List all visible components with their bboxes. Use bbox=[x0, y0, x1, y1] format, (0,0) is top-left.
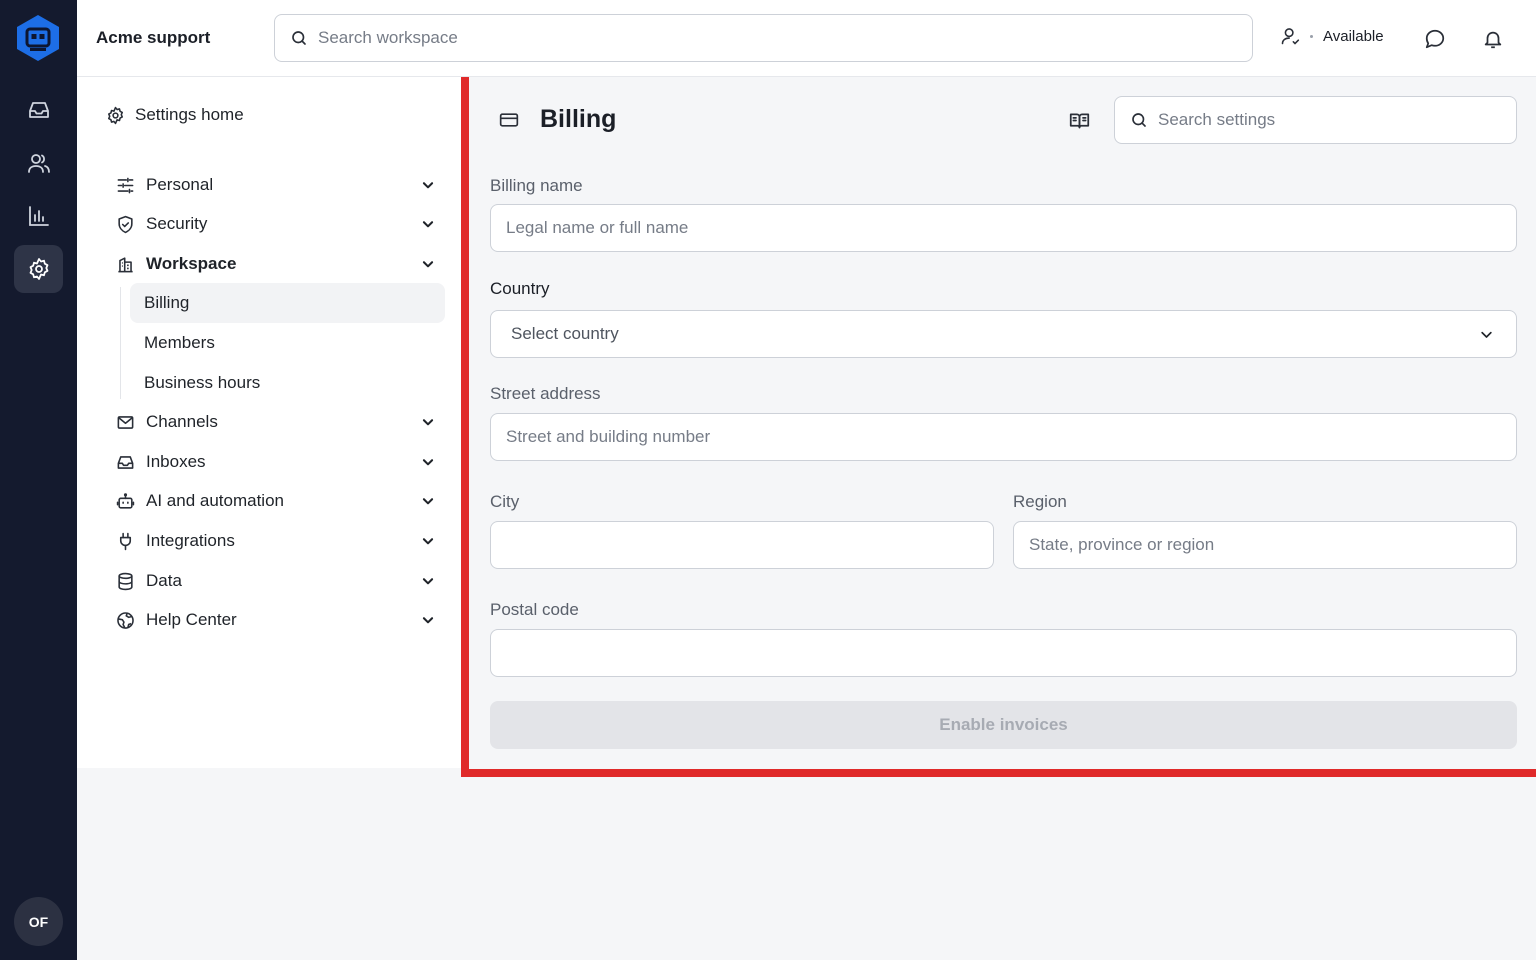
sidebar-item-label: Workspace bbox=[146, 254, 237, 273]
workspace-search-input[interactable] bbox=[318, 28, 1218, 48]
sidebar-subitem-label: Business hours bbox=[144, 373, 261, 392]
mail-icon bbox=[115, 412, 135, 432]
credit-card-icon bbox=[499, 111, 519, 129]
chevron-down-icon bbox=[421, 574, 435, 588]
notifications-button[interactable] bbox=[1478, 24, 1508, 54]
region-label: Region bbox=[1013, 492, 1067, 511]
chevron-down-icon bbox=[421, 415, 435, 429]
users-icon bbox=[27, 151, 51, 175]
book-open-icon[interactable] bbox=[1069, 110, 1090, 131]
sidebar-item-integrations[interactable]: Integrations bbox=[115, 523, 435, 559]
user-avatar[interactable]: OF bbox=[14, 897, 63, 946]
settings-sidebar: Settings home Personal Security Workspac… bbox=[77, 77, 461, 768]
settings-home-label: Settings home bbox=[135, 105, 244, 124]
search-icon bbox=[1130, 111, 1148, 129]
sidebar-item-label: Integrations bbox=[146, 531, 235, 550]
sidebar-item-label: AI and automation bbox=[146, 491, 284, 510]
globe-icon bbox=[115, 610, 135, 630]
street-address-field[interactable] bbox=[490, 413, 1517, 461]
sidebar-item-data[interactable]: Data bbox=[115, 563, 435, 599]
sidebar-subitem-members[interactable]: Members bbox=[130, 323, 445, 363]
country-select-value: Select country bbox=[511, 324, 619, 343]
status-label: Available bbox=[1323, 27, 1384, 45]
app-rail: OF bbox=[0, 0, 77, 960]
building-icon bbox=[115, 254, 135, 274]
chat-bubble-icon bbox=[1424, 28, 1446, 50]
robot-icon bbox=[115, 491, 135, 511]
sidebar-item-ai-automation[interactable]: AI and automation bbox=[115, 483, 435, 519]
postal-code-field[interactable] bbox=[490, 629, 1517, 677]
chart-icon bbox=[27, 204, 51, 228]
billing-name-label: Billing name bbox=[490, 176, 583, 195]
sidebar-item-label: Channels bbox=[146, 412, 218, 431]
chevron-down-icon bbox=[421, 178, 435, 192]
search-icon bbox=[290, 29, 308, 47]
country-label: Country bbox=[490, 279, 550, 298]
sidebar-subitem-business-hours[interactable]: Business hours bbox=[130, 363, 445, 403]
sidebar-item-label: Security bbox=[146, 214, 208, 233]
chevron-down-icon bbox=[421, 455, 435, 469]
workspace-search[interactable] bbox=[274, 14, 1253, 62]
user-icon bbox=[1280, 26, 1300, 46]
chevron-down-icon bbox=[421, 534, 435, 548]
postal-code-label: Postal code bbox=[490, 600, 579, 619]
gear-icon bbox=[106, 106, 125, 125]
settings-home-link[interactable]: Settings home bbox=[106, 105, 244, 125]
chevron-down-icon bbox=[421, 494, 435, 508]
city-field[interactable] bbox=[490, 521, 994, 569]
app-title: Acme support bbox=[96, 28, 211, 47]
sidebar-item-personal[interactable]: Personal bbox=[115, 167, 435, 203]
availability-status[interactable]: Available bbox=[1280, 26, 1384, 46]
rail-inbox-button[interactable] bbox=[14, 86, 63, 134]
chevron-down-icon bbox=[421, 257, 435, 271]
rail-reports-button[interactable] bbox=[14, 192, 63, 240]
database-icon bbox=[115, 571, 135, 591]
sidebar-item-security[interactable]: Security bbox=[115, 206, 435, 242]
sidebar-subitem-label: Billing bbox=[144, 293, 190, 312]
messages-button[interactable] bbox=[1420, 24, 1450, 54]
status-separator-dot bbox=[1310, 34, 1313, 38]
sliders-icon bbox=[115, 175, 135, 195]
enable-invoices-button[interactable]: Enable invoices bbox=[490, 701, 1517, 749]
sidebar-item-label: Personal bbox=[146, 175, 214, 194]
region-field[interactable] bbox=[1013, 521, 1517, 569]
sidebar-item-label: Inboxes bbox=[146, 452, 206, 471]
sidebar-item-label: Data bbox=[146, 571, 182, 590]
rail-settings-button[interactable] bbox=[14, 245, 63, 293]
top-bar: Acme support Available bbox=[77, 0, 1536, 77]
plug-icon bbox=[115, 531, 135, 551]
sidebar-item-channels[interactable]: Channels bbox=[115, 404, 435, 440]
bell-icon bbox=[1482, 28, 1504, 50]
inbox-icon bbox=[115, 452, 135, 472]
street-address-label: Street address bbox=[490, 384, 601, 403]
chevron-down-icon bbox=[421, 217, 435, 231]
brand-logo-icon[interactable] bbox=[15, 14, 61, 62]
rail-contacts-button[interactable] bbox=[14, 139, 63, 187]
country-select[interactable]: Select country bbox=[490, 310, 1517, 358]
chevron-down-icon bbox=[421, 613, 435, 627]
billing-panel: Billing Billing name Country Select coun… bbox=[461, 77, 1536, 777]
shield-icon bbox=[115, 214, 135, 234]
sidebar-subitem-billing[interactable]: Billing bbox=[130, 283, 445, 323]
sidebar-item-workspace[interactable]: Workspace bbox=[115, 246, 435, 282]
page-title: Billing bbox=[540, 105, 617, 133]
settings-search-input[interactable] bbox=[1158, 110, 1498, 130]
sidebar-item-help-center[interactable]: Help Center bbox=[115, 602, 435, 638]
sidebar-item-label: Help Center bbox=[146, 610, 237, 629]
submenu-guide-line bbox=[120, 287, 121, 399]
inbox-icon bbox=[27, 98, 51, 122]
settings-search[interactable] bbox=[1114, 96, 1517, 144]
sidebar-item-inboxes[interactable]: Inboxes bbox=[115, 444, 435, 480]
gear-icon bbox=[27, 257, 51, 281]
city-label: City bbox=[490, 492, 520, 511]
billing-name-field[interactable] bbox=[490, 204, 1517, 252]
chevron-down-icon bbox=[1479, 327, 1494, 342]
sidebar-subitem-label: Members bbox=[144, 333, 215, 352]
